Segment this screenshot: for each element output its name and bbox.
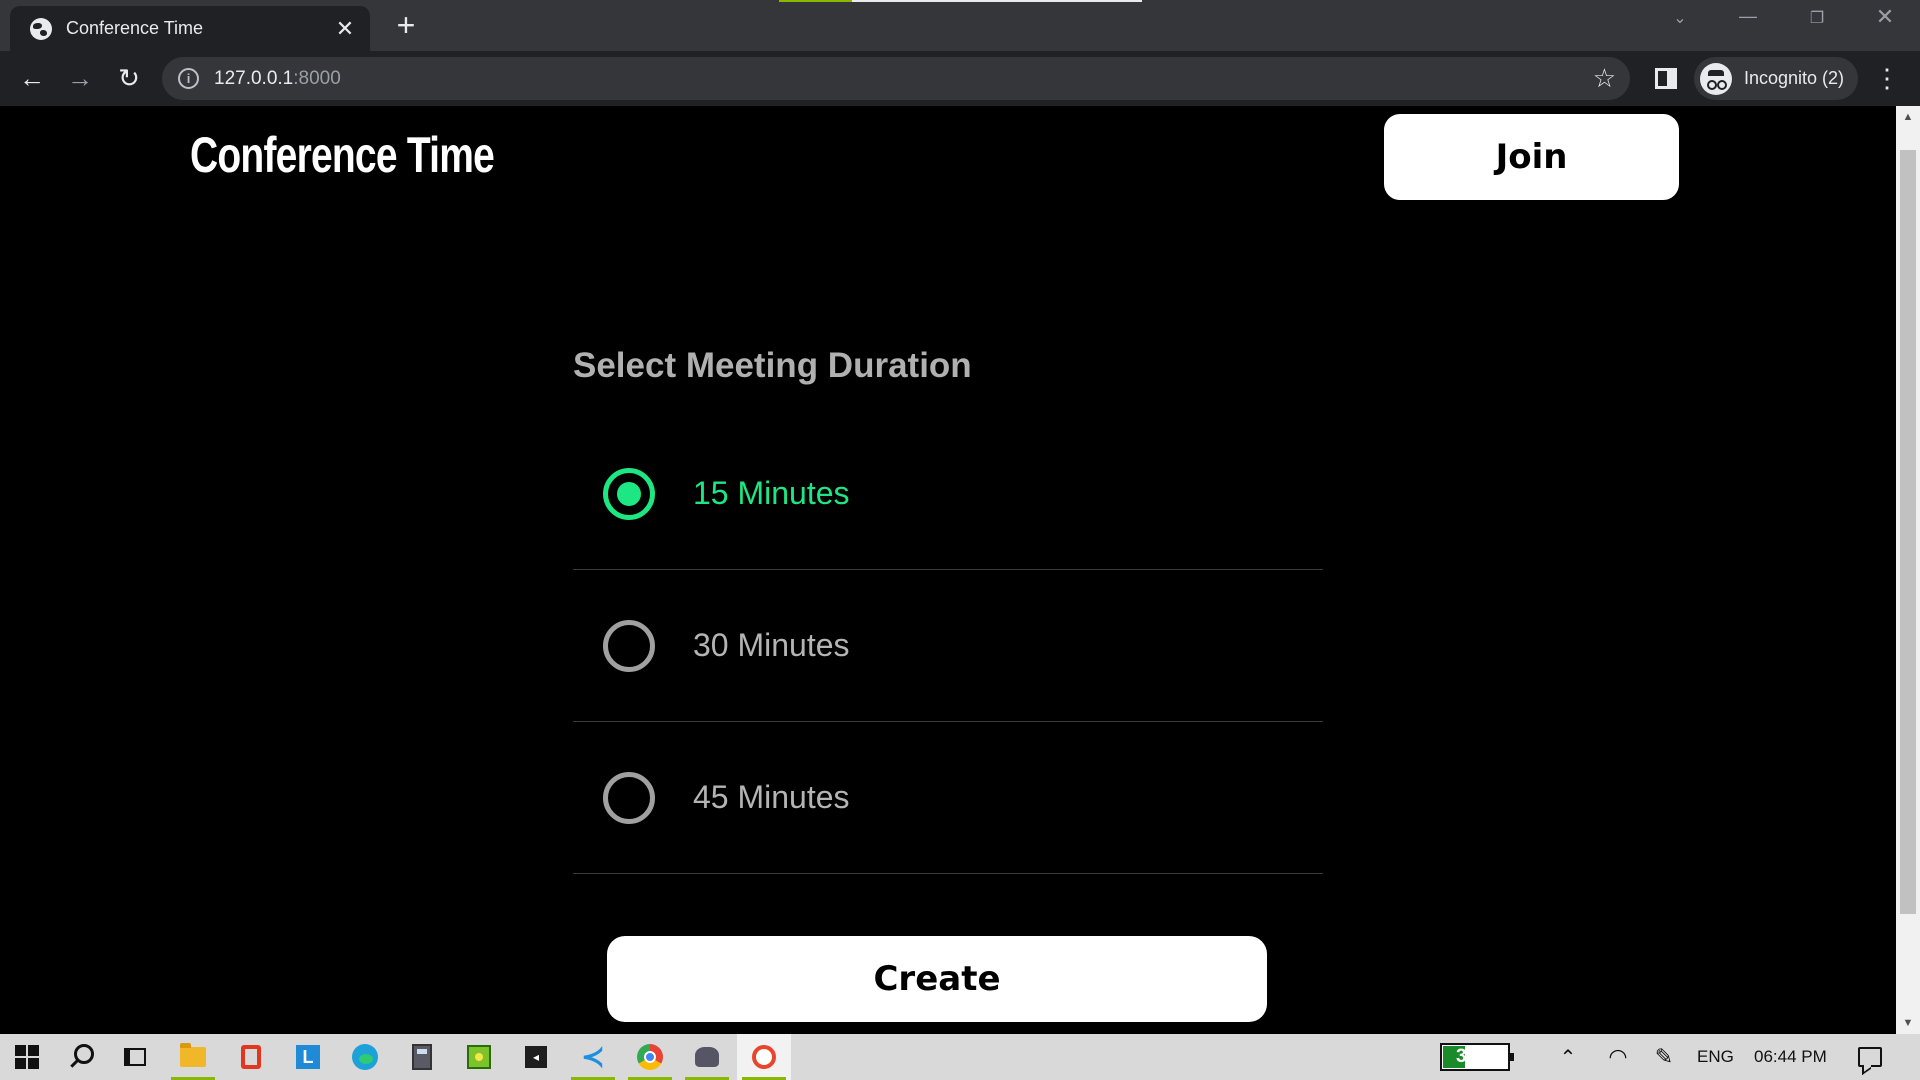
vertical-scrollbar[interactable]: ▲ ▼	[1896, 106, 1920, 1034]
task-view-icon	[124, 1048, 146, 1066]
incognito-label: Incognito (2)	[1744, 68, 1845, 88]
duration-option-15[interactable]: 15 Minutes	[573, 418, 1323, 570]
taskbar-l-app[interactable]: L	[281, 1034, 335, 1080]
taskbar-vscode[interactable]: ≺	[566, 1034, 620, 1080]
taskbar-green-app[interactable]	[452, 1034, 506, 1080]
scroll-down-arrow-icon[interactable]: ▼	[1896, 1012, 1920, 1034]
notification-icon	[1858, 1047, 1882, 1067]
url-host: 127.0.0.1	[214, 68, 294, 89]
site-info-icon[interactable]: i	[178, 68, 199, 89]
reload-icon[interactable]: ↻	[113, 62, 145, 94]
search-icon	[74, 1044, 94, 1064]
taskbar-edge[interactable]	[338, 1034, 392, 1080]
vscode-icon: ≺	[581, 1041, 605, 1072]
taskbar-pidgin[interactable]	[680, 1034, 734, 1080]
maximize-button[interactable]: ❐	[1797, 8, 1837, 28]
forward-arrow-icon[interactable]: →	[64, 62, 96, 94]
duration-option-45[interactable]: 45 Minutes	[573, 722, 1323, 874]
clock[interactable]: 06:44 PM	[1754, 1034, 1827, 1080]
scrollbar-thumb[interactable]	[1900, 150, 1916, 914]
loading-progress-fill	[779, 0, 852, 2]
back-arrow-icon[interactable]: ←	[16, 62, 48, 94]
side-panel-icon[interactable]	[1655, 68, 1677, 89]
taskbar-paint[interactable]	[737, 1034, 791, 1080]
duration-option-label: 15 Minutes	[693, 475, 850, 511]
radio-button[interactable]	[603, 619, 655, 672]
start-button[interactable]	[0, 1034, 54, 1080]
pen-icon[interactable]: ✎	[1652, 1034, 1676, 1080]
wifi-icon[interactable]: ◠	[1605, 1034, 1631, 1080]
duration-option-30[interactable]: 30 Minutes	[573, 570, 1323, 722]
radio-button[interactable]	[603, 771, 655, 824]
show-hidden-icons-chevron-icon[interactable]: ⌃	[1556, 1034, 1580, 1080]
section-title: Select Meeting Duration	[573, 346, 972, 385]
loading-progress-bar	[779, 0, 1142, 2]
windows-taskbar: L ◂ ≺ 37% ⌃ ◠ ✎ ENG 06:44 PM	[0, 1034, 1920, 1080]
radio-button[interactable]	[603, 467, 655, 520]
globe-icon	[30, 17, 52, 40]
taskbar-office[interactable]	[224, 1034, 278, 1080]
language-indicator[interactable]: ENG	[1697, 1034, 1734, 1080]
taskbar-file-explorer[interactable]	[166, 1034, 220, 1080]
paint-icon	[752, 1045, 776, 1069]
taskbar-chrome[interactable]	[623, 1034, 677, 1080]
create-button[interactable]: Create	[607, 936, 1267, 1022]
notification-center-button[interactable]	[1856, 1034, 1884, 1080]
close-tab-icon[interactable]: ✕	[332, 16, 358, 42]
close-window-button[interactable]: ✕	[1865, 4, 1905, 30]
address-bar[interactable]: i 127.0.0.1:8000 ☆	[162, 57, 1630, 100]
browser-tab[interactable]: Conference Time ✕	[10, 6, 370, 51]
taskbar-calculator[interactable]	[395, 1034, 449, 1080]
start-windows-icon	[15, 1045, 39, 1069]
terminal-icon: ◂	[525, 1046, 547, 1068]
green-app-icon	[467, 1045, 491, 1069]
edge-icon	[352, 1044, 378, 1070]
incognito-icon	[1700, 62, 1732, 95]
app-title: Conference Time	[190, 127, 495, 183]
new-tab-button[interactable]: +	[390, 9, 422, 42]
minimize-button[interactable]: —	[1728, 6, 1768, 27]
taskbar-search-button[interactable]	[54, 1034, 108, 1080]
browser-titlebar: Conference Time ✕ + ⌄ — ❐ ✕	[0, 0, 1920, 51]
task-view-button[interactable]	[108, 1034, 162, 1080]
chrome-icon	[637, 1044, 663, 1070]
incognito-profile-button[interactable]: Incognito (2)	[1694, 57, 1858, 100]
battery-percent: 37%	[1455, 1046, 1495, 1067]
l-app-icon: L	[296, 1045, 320, 1069]
url-text[interactable]: 127.0.0.1:8000	[214, 68, 341, 90]
url-port: :8000	[293, 68, 341, 89]
file-explorer-icon	[180, 1043, 206, 1067]
bookmark-star-icon[interactable]: ☆	[1593, 63, 1616, 94]
join-button[interactable]: Join	[1384, 114, 1679, 200]
office-icon	[241, 1045, 261, 1069]
duration-option-label: 45 Minutes	[693, 779, 850, 815]
battery-indicator[interactable]: 37%	[1440, 1043, 1514, 1071]
pidgin-icon	[695, 1047, 719, 1067]
scroll-up-arrow-icon[interactable]: ▲	[1896, 106, 1920, 128]
calculator-icon	[412, 1044, 432, 1070]
browser-menu-icon[interactable]: ⋮	[1874, 61, 1900, 95]
page-viewport: Conference Time Join Select Meeting Dura…	[0, 106, 1896, 1034]
tab-title: Conference Time	[66, 18, 204, 38]
tab-search-icon[interactable]: ⌄	[1660, 8, 1700, 28]
browser-toolbar: ← → ↻ i 127.0.0.1:8000 ☆ Incognito (2) ⋮	[0, 51, 1920, 106]
duration-option-label: 30 Minutes	[693, 627, 850, 663]
taskbar-terminal[interactable]: ◂	[509, 1034, 563, 1080]
